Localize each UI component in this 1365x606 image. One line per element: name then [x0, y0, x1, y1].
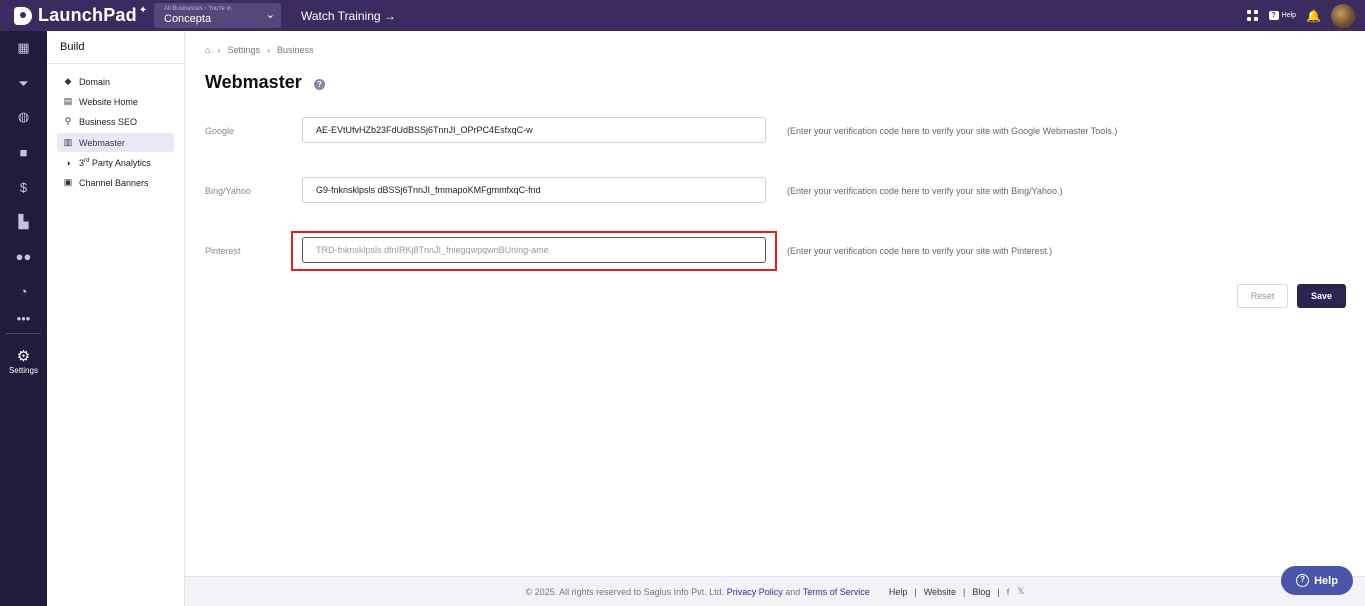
sidebar-item-webmaster[interactable]: ▥ Webmaster — [57, 133, 174, 152]
breadcrumb-separator: › — [217, 45, 221, 55]
bing-yahoo-hint: (Enter your verification code here to ve… — [787, 186, 1063, 196]
sidebar-item-domain[interactable]: ◆ Domain — [57, 72, 174, 91]
google-verification-input[interactable] — [302, 117, 766, 143]
footer-blog-link[interactable]: Blog — [972, 587, 990, 597]
label-suffix: Party Analytics — [89, 157, 151, 168]
sidebar-item-label: Website Home — [79, 96, 138, 107]
domain-icon: ◆ — [64, 76, 72, 86]
funnel-icon[interactable]: ⏷ — [0, 74, 47, 94]
icon-rail: ▦ ⏷ ◍ ■ $ ▙ ●● ◔ ••• ⚙ Settings — [0, 31, 47, 606]
pinterest-label: Pinterest — [205, 246, 241, 256]
analytics-icon: ◑ — [65, 157, 71, 168]
app-logo[interactable]: LaunchPad ✦ — [14, 5, 154, 26]
seo-icon: ⚲ — [64, 116, 72, 126]
footer: © 2025. All rights reserved to Saglus In… — [185, 576, 1365, 606]
sidebar-item-label: Channel Banners — [79, 177, 149, 188]
build-sidebar: Build ◆ Domain ▤ Website Home ⚲ Business… — [47, 31, 185, 606]
help-floating-button[interactable]: ? Help — [1281, 566, 1353, 595]
footer-copyright: © 2025. All rights reserved to Saglus In… — [525, 586, 725, 597]
top-bar: LaunchPad ✦ All Businesses › You're in C… — [0, 0, 1365, 31]
help-button[interactable]: ? Help — [1268, 11, 1297, 20]
google-label: Google — [205, 126, 235, 136]
apps-grid-icon[interactable] — [1246, 9, 1259, 22]
footer-separator: | — [914, 586, 917, 597]
business-name: Concepta — [164, 13, 212, 25]
app-name: LaunchPad — [38, 5, 137, 25]
x-twitter-icon[interactable]: 𝕏 — [1017, 586, 1024, 597]
business-selector[interactable]: All Businesses › You're in Concepta ⌄ — [154, 3, 281, 28]
rocket-icon: ✦ — [138, 5, 148, 16]
more-icon[interactable]: ••• — [0, 308, 47, 328]
home-icon[interactable]: ⌂ — [205, 45, 210, 55]
website-home-icon: ▤ — [63, 96, 73, 106]
help-chat-icon: ? — [1268, 11, 1279, 20]
top-right-actions: ? Help 🔔 — [1246, 0, 1355, 31]
rail-settings[interactable]: ⚙ Settings — [0, 342, 47, 382]
analytics-bars-icon[interactable]: ▙ — [0, 212, 47, 232]
footer-and: and — [785, 586, 801, 597]
help-floating-label: Help — [1314, 574, 1338, 587]
breadcrumb-item-business[interactable]: Business — [277, 45, 314, 55]
pinterest-verification-input[interactable] — [302, 237, 766, 263]
privacy-policy-link[interactable]: Privacy Policy — [727, 587, 783, 597]
facebook-icon[interactable]: f — [1007, 587, 1010, 597]
settings-label: Settings — [9, 366, 38, 375]
footer-separator: | — [963, 586, 966, 597]
bing-yahoo-verification-input[interactable] — [302, 177, 766, 203]
video-icon[interactable]: ■ — [0, 142, 47, 162]
dashboard-icon[interactable]: ▦ — [0, 38, 47, 58]
webmaster-icon: ▥ — [63, 137, 73, 147]
bell-icon[interactable]: 🔔 — [1306, 9, 1321, 23]
sidebar-item-3rd-party-analytics[interactable]: ◑ 3rd Party Analytics — [57, 153, 174, 172]
help-label: Help — [1281, 12, 1297, 19]
sidebar-item-label: 3rd Party Analytics — [79, 158, 151, 168]
chevron-down-icon: ⌄ — [265, 9, 275, 21]
sidebar-divider — [47, 63, 184, 64]
sidebar-item-business-seo[interactable]: ⚲ Business SEO — [57, 112, 174, 131]
footer-website-link[interactable]: Website — [924, 587, 956, 597]
globe-icon[interactable]: ◍ — [0, 107, 47, 127]
footer-separator: | — [997, 586, 1000, 597]
launchpad-logo-icon — [14, 6, 32, 25]
avatar[interactable] — [1331, 3, 1355, 28]
footer-help-link[interactable]: Help — [889, 587, 908, 597]
google-hint: (Enter your verification code here to ve… — [787, 126, 1118, 136]
breadcrumb-item-settings[interactable]: Settings — [227, 45, 260, 55]
sidebar-item-channel-banners[interactable]: ▣ Channel Banners — [57, 173, 174, 192]
gear-icon: ⚙ — [16, 348, 31, 365]
save-button[interactable]: Save — [1297, 284, 1346, 308]
sidebar-item-label: Business SEO — [79, 116, 138, 127]
question-icon[interactable]: ? — [314, 79, 325, 90]
question-circle-icon: ? — [1296, 574, 1310, 587]
reset-button[interactable]: Reset — [1237, 284, 1288, 308]
page-title: Webmaster — [205, 72, 302, 92]
banners-icon: ▣ — [63, 177, 73, 187]
terms-of-service-link[interactable]: Terms of Service — [803, 587, 870, 597]
sidebar-item-label: Domain — [79, 76, 111, 87]
watch-training-link[interactable]: Watch Training → — [301, 9, 396, 23]
sidebar-item-label: Webmaster — [79, 137, 125, 148]
breadcrumb: ⌂ › Settings › Business — [205, 45, 314, 55]
sidebar-item-website-home[interactable]: ▤ Website Home — [57, 92, 174, 111]
bing-yahoo-label: Bing/Yahoo — [205, 186, 251, 196]
pinterest-hint: (Enter your verification code here to ve… — [787, 246, 1053, 256]
breadcrumb-separator: › — [266, 45, 270, 55]
business-selector-caption: All Businesses › You're in — [164, 6, 232, 12]
sidebar-title: Build — [60, 41, 85, 53]
dollar-icon[interactable]: $ — [0, 177, 47, 197]
users-icon[interactable]: ●● — [0, 246, 47, 266]
rail-divider — [6, 333, 41, 334]
gauge-icon[interactable]: ◔ — [0, 281, 47, 301]
